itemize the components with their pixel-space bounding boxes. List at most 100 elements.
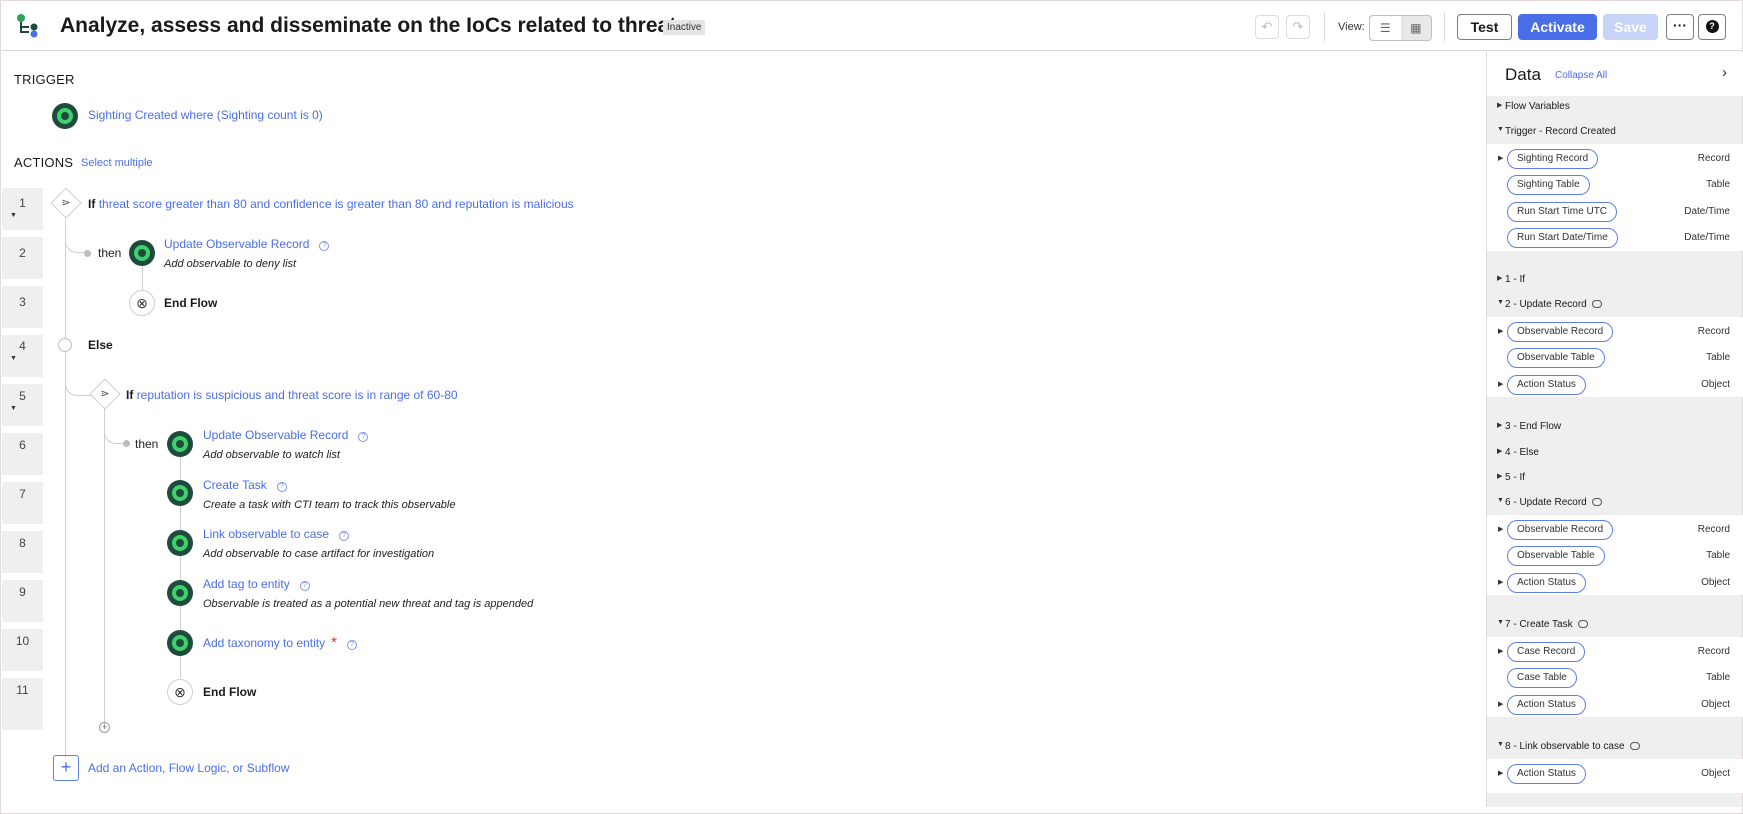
- row-gutter: 9: [2, 580, 43, 622]
- end-flow-label[interactable]: End Flow: [164, 296, 217, 310]
- collapse-caret-icon[interactable]: ▼: [10, 405, 17, 412]
- data-pill-type: Object: [1701, 699, 1730, 710]
- data-pill-type: Record: [1697, 646, 1730, 657]
- row-number: 6: [19, 438, 26, 452]
- caret-right-icon[interactable]: ▶: [1498, 380, 1503, 388]
- step-6-title[interactable]: Update Observable Record: [203, 428, 348, 442]
- caret-right-icon[interactable]: ▶: [1498, 327, 1503, 335]
- help-icon[interactable]: ?: [319, 241, 330, 251]
- data-pill[interactable]: Action Status: [1507, 573, 1586, 593]
- row-number: 9: [19, 585, 26, 599]
- undo-button[interactable]: ↶: [1255, 15, 1279, 39]
- action-icon: [167, 530, 193, 556]
- caret-down-icon: ▼: [1497, 299, 1504, 306]
- step-8-title[interactable]: Link observable to case: [203, 527, 329, 541]
- caret-right-icon[interactable]: ▶: [1498, 700, 1503, 708]
- add-action-link[interactable]: Add an Action, Flow Logic, or Subflow: [88, 761, 289, 775]
- data-pill[interactable]: Sighting Table: [1507, 175, 1590, 195]
- view-toggle[interactable]: ☰ ▦: [1369, 15, 1432, 41]
- help-icon[interactable]: ?: [358, 432, 369, 442]
- data-pill[interactable]: Sighting Record: [1507, 149, 1599, 169]
- data-pill[interactable]: Action Status: [1507, 375, 1586, 395]
- activate-button[interactable]: Activate: [1518, 14, 1597, 40]
- data-pill[interactable]: Action Status: [1507, 695, 1586, 715]
- data-pill-type: Object: [1701, 768, 1730, 779]
- then-label: then: [135, 437, 159, 451]
- test-button[interactable]: Test: [1457, 14, 1512, 40]
- data-pill[interactable]: Run Start Time UTC: [1507, 202, 1618, 222]
- if-keyword: If: [126, 388, 134, 402]
- comment-icon[interactable]: [1591, 300, 1602, 308]
- step-7-description: Create a task with CTI team to track thi…: [203, 499, 456, 511]
- chevron-right-icon[interactable]: ›: [1722, 64, 1727, 81]
- else-label[interactable]: Else: [88, 338, 113, 352]
- caret-right-icon: ▶: [1497, 473, 1503, 480]
- save-button[interactable]: Save: [1603, 14, 1658, 40]
- help-button[interactable]: ?: [1698, 14, 1726, 40]
- if-condition-link[interactable]: threat score greater than 80 and confide…: [99, 197, 574, 211]
- data-pill[interactable]: Case Record: [1507, 642, 1586, 662]
- step-9-description: Observable is treated as a potential new…: [203, 598, 534, 610]
- caret-right-icon: ▶: [1497, 422, 1503, 429]
- caret-right-icon[interactable]: ▶: [1498, 525, 1503, 533]
- row-gutter: 8: [2, 531, 43, 573]
- add-step-icon[interactable]: +: [99, 722, 110, 733]
- section-label: 3 - End Flow: [1505, 421, 1562, 432]
- trigger-data-group: ▶ Sighting Record Record Sighting Table …: [1487, 144, 1743, 251]
- help-icon[interactable]: ?: [346, 640, 357, 650]
- data-pill[interactable]: Observable Record: [1507, 322, 1614, 342]
- more-options-button[interactable]: ···: [1666, 14, 1694, 40]
- row-gutter: 11: [2, 678, 43, 730]
- step-10-title[interactable]: Add taxonomy to entity: [203, 636, 325, 650]
- step-title-row: Add taxonomy to entity *?: [203, 634, 357, 651]
- comment-icon[interactable]: [1591, 498, 1602, 506]
- data-pill[interactable]: Case Table: [1507, 668, 1577, 688]
- flow-line: [104, 405, 105, 725]
- tree-view-icon[interactable]: ☰: [1370, 16, 1401, 40]
- end-flow-label[interactable]: End Flow: [203, 685, 256, 699]
- required-marker: *: [331, 634, 337, 651]
- caret-right-icon[interactable]: ▶: [1498, 769, 1503, 777]
- redo-button[interactable]: ↷: [1286, 15, 1310, 39]
- data-pill[interactable]: Observable Table: [1507, 546, 1605, 566]
- help-icon[interactable]: ?: [339, 531, 350, 541]
- data-pill[interactable]: Observable Table: [1507, 348, 1605, 368]
- divider: [1444, 13, 1445, 41]
- collapse-caret-icon[interactable]: ▼: [10, 212, 17, 219]
- undo-icon: ↶: [1261, 19, 1273, 34]
- comment-icon[interactable]: [1577, 620, 1588, 628]
- caret-right-icon[interactable]: ▶: [1498, 154, 1503, 162]
- branch-dot: [84, 250, 91, 257]
- row-gutter: 1 ▼: [2, 188, 43, 230]
- caret-right-icon[interactable]: ▶: [1498, 647, 1503, 655]
- action-icon: [129, 240, 155, 266]
- comment-icon[interactable]: [1629, 742, 1640, 750]
- grid-view-icon[interactable]: ▦: [1400, 16, 1431, 40]
- data-pill[interactable]: Action Status: [1507, 764, 1586, 784]
- collapse-caret-icon[interactable]: ▼: [10, 355, 17, 362]
- if-condition-link[interactable]: reputation is suspicious and threat scor…: [137, 388, 458, 402]
- trigger-link[interactable]: Sighting Created where (Sighting count i…: [88, 108, 323, 122]
- step-7-title[interactable]: Create Task: [203, 478, 267, 492]
- caret-right-icon[interactable]: ▶: [1498, 578, 1503, 586]
- data-pill[interactable]: Observable Record: [1507, 520, 1614, 540]
- help-icon[interactable]: ?: [299, 581, 310, 591]
- section-label: 2 - Update Record: [1505, 299, 1587, 310]
- step-title-row: Update Observable Record?: [203, 428, 369, 442]
- divider: [1324, 13, 1325, 41]
- step-9-title[interactable]: Add tag to entity: [203, 577, 290, 591]
- select-multiple-link[interactable]: Select multiple: [81, 157, 153, 169]
- then-label: then: [98, 246, 122, 260]
- data-pill[interactable]: Run Start Date/Time: [1507, 228, 1618, 248]
- collapse-all-link[interactable]: Collapse All: [1555, 70, 1607, 81]
- flow-line: [65, 214, 66, 757]
- help-icon[interactable]: ?: [276, 482, 287, 492]
- add-action-button[interactable]: +: [53, 755, 79, 781]
- row-number: 2: [19, 246, 26, 260]
- row-number: 3: [19, 295, 26, 309]
- branch-icon: ⋗: [61, 197, 71, 209]
- section-label: Flow Variables: [1505, 101, 1570, 112]
- plus-icon: +: [60, 757, 72, 777]
- caret-right-icon: ▶: [1497, 275, 1503, 282]
- step-2-title[interactable]: Update Observable Record: [164, 237, 309, 251]
